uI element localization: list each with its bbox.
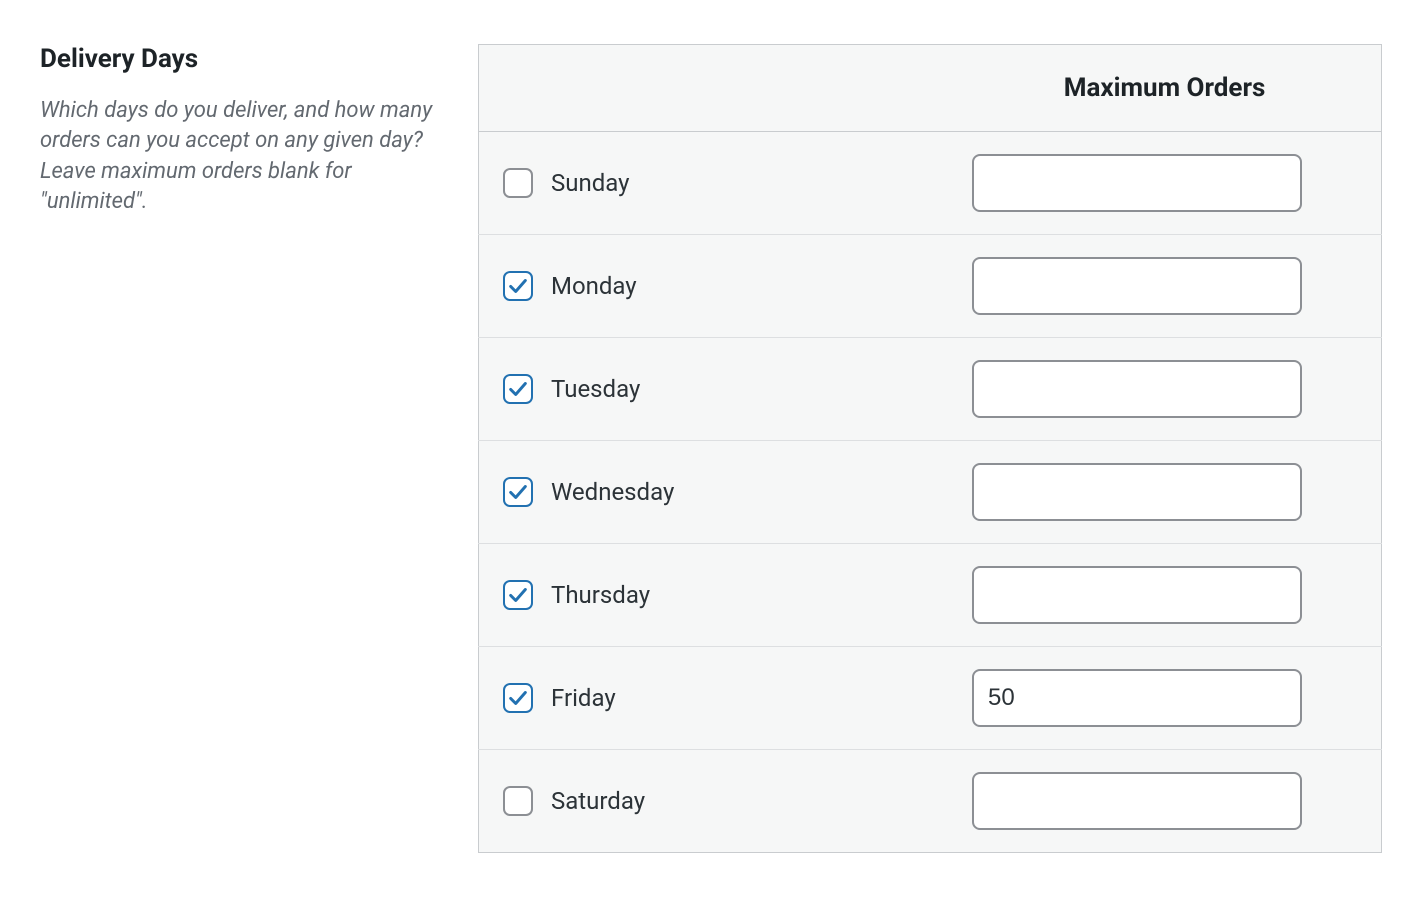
day-cell: Friday: [479, 647, 949, 750]
day-label: Friday: [551, 684, 616, 712]
max-orders-input[interactable]: [972, 360, 1302, 418]
max-orders-input[interactable]: [972, 154, 1302, 212]
section-description: Which days do you deliver, and how many …: [40, 96, 438, 217]
table-row: Wednesday: [479, 441, 1382, 544]
table-row: Thursday: [479, 544, 1382, 647]
day-enabled-checkbox[interactable]: [503, 374, 533, 404]
max-orders-cell: [948, 235, 1381, 338]
check-icon: [507, 378, 529, 400]
day-label: Monday: [551, 272, 637, 300]
section-title: Delivery Days: [40, 44, 438, 74]
table-row: Sunday: [479, 132, 1382, 235]
day-label: Thursday: [551, 581, 650, 609]
day-label: Sunday: [551, 169, 630, 197]
check-icon: [507, 481, 529, 503]
day-cell: Wednesday: [479, 441, 949, 544]
delivery-days-settings: Delivery Days Which days do you deliver,…: [0, 0, 1422, 897]
day-cell: Tuesday: [479, 338, 949, 441]
max-orders-input[interactable]: [972, 772, 1302, 830]
check-icon: [507, 687, 529, 709]
max-orders-cell: [948, 338, 1381, 441]
day-enabled-checkbox[interactable]: [503, 786, 533, 816]
max-orders-cell: [948, 647, 1381, 750]
delivery-days-table-container: Maximum Orders Sunday Monday Tuesday Wednes…: [478, 44, 1382, 853]
day-enabled-checkbox[interactable]: [503, 168, 533, 198]
check-icon: [507, 584, 529, 606]
day-enabled-checkbox[interactable]: [503, 271, 533, 301]
day-cell: Monday: [479, 235, 949, 338]
max-orders-input[interactable]: [972, 566, 1302, 624]
max-orders-cell: [948, 132, 1381, 235]
max-orders-cell: [948, 441, 1381, 544]
day-enabled-checkbox[interactable]: [503, 580, 533, 610]
day-cell: Sunday: [479, 132, 949, 235]
day-enabled-checkbox[interactable]: [503, 477, 533, 507]
table-row: Saturday: [479, 750, 1382, 853]
day-cell: Saturday: [479, 750, 949, 853]
table-row: Friday: [479, 647, 1382, 750]
max-orders-input[interactable]: [972, 463, 1302, 521]
max-orders-input[interactable]: [972, 669, 1302, 727]
day-label: Tuesday: [551, 375, 640, 403]
check-icon: [507, 275, 529, 297]
delivery-days-table: Maximum Orders Sunday Monday Tuesday Wednes…: [478, 44, 1382, 853]
table-row: Monday: [479, 235, 1382, 338]
day-enabled-checkbox[interactable]: [503, 683, 533, 713]
column-header-day: [479, 45, 949, 132]
section-info: Delivery Days Which days do you deliver,…: [40, 44, 478, 853]
column-header-max-orders: Maximum Orders: [948, 45, 1381, 132]
max-orders-cell: [948, 544, 1381, 647]
day-label: Wednesday: [551, 478, 674, 506]
max-orders-cell: [948, 750, 1381, 853]
day-cell: Thursday: [479, 544, 949, 647]
max-orders-input[interactable]: [972, 257, 1302, 315]
table-row: Tuesday: [479, 338, 1382, 441]
day-label: Saturday: [551, 787, 645, 815]
